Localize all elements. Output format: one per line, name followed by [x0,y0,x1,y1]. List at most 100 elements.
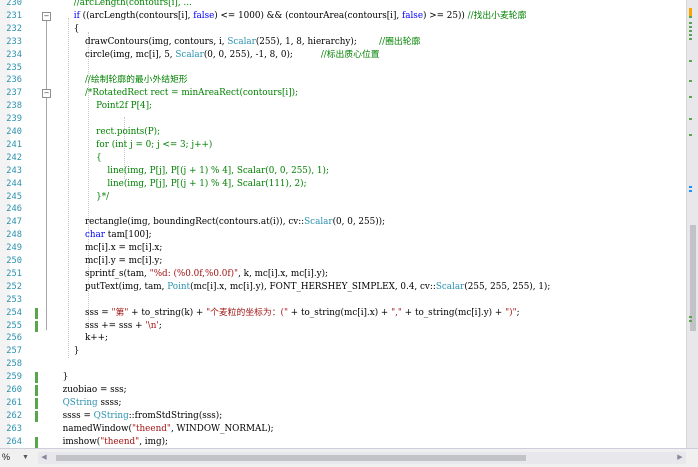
code-text: ssss = QString::fromStdString(sss); [57,410,223,423]
code-token: (255, 255, 255), 1); [464,281,551,292]
line-number: 237 [6,88,22,99]
code-line[interactable]: 243 line(img, P[j], P[(j + 1) % 4], Scal… [0,165,686,178]
code-line[interactable]: 251 sprintf_s(tam, "%d: (%0.0f,%0.0f)", … [0,268,686,281]
line-number: 244 [6,178,22,189]
change-marker [35,320,38,332]
code-line[interactable]: 258 [0,358,686,371]
code-line[interactable]: 248 char tam[100]; [0,229,686,242]
code-line[interactable]: 244 line(img, P[j], P[(j + 1) % 4], Scal… [0,178,686,191]
code-text: Point2f P[4]; [57,100,152,113]
code-line[interactable]: 236 //绘制轮廓的最小外结矩形 [0,74,686,87]
code-token: namedWindow( [57,423,132,434]
line-number: 253 [6,294,22,305]
code-token: rectangle(img, boundingRect(contours.at(… [57,217,305,228]
code-line[interactable]: 246 [0,203,686,216]
code-line[interactable]: 241 for (int j = 0; j <= 3; j++) [0,139,686,152]
code-text: char tam[100]; [57,229,152,242]
code-line[interactable]: 253 [0,294,686,307]
code-line[interactable]: 263 namedWindow("theend", WINDOW_NORMAL)… [0,423,686,436]
code-line[interactable]: 235 [0,62,686,75]
code-line[interactable]: 247 rectangle(img, boundingRect(contours… [0,216,686,229]
code-line[interactable]: 252 putText(img, tam, Point(mc[i].x, mc[… [0,281,686,294]
code-line[interactable]: 259 } [0,371,686,384]
code-token: mc[i].y = mc[i].y; [57,256,163,266]
code-token: ::fromStdString(sss); [128,410,223,421]
code-token: sss += sss + [57,320,146,331]
code-line[interactable]: 238 Point2f P[4]; [0,100,686,113]
code-token: + to_string(k) + [128,307,207,318]
code-line[interactable]: 256 k++; [0,332,686,345]
code-line[interactable]: 249 mc[i].x = mc[i].x; [0,242,686,255]
code-token: ; [516,307,520,318]
scroll-left-icon[interactable]: ◀ [38,452,50,464]
line-number: 259 [6,372,22,383]
collapse-icon[interactable]: − [42,11,51,21]
line-number: 258 [6,359,22,370]
line-number: 231 [6,10,22,21]
vertical-scrollbar[interactable] [686,0,698,448]
change-marker [35,397,38,409]
code-line[interactable]: 260 zuobiao = sss; [0,384,686,397]
code-token: false [193,10,215,21]
line-number: 243 [6,165,22,176]
code-text: //绘制轮廓的最小外结矩形 [57,74,188,87]
code-token: (mc[i].x, mc[i].y), FONT_HERSHEY_SIMPLEX… [190,281,436,292]
line-number: 230 [6,0,22,8]
code-line[interactable]: 240 rect.points(P); [0,126,686,139]
horizontal-scrollbar[interactable]: ◀ ▶ [38,452,686,464]
code-text: for (int j = 0; j <= 3; j++) [57,139,212,152]
code-text: namedWindow("theend", WINDOW_NORMAL); [57,423,274,436]
code-line[interactable]: 245 }*/ [0,191,686,204]
code-token: Scalar [227,36,256,47]
collapse-icon[interactable]: − [42,89,51,99]
code-token: Point [167,281,191,292]
code-line[interactable]: 233 drawContours(img, contours, i, Scala… [0,36,686,49]
code-text: } [57,345,80,358]
scroll-marker [689,38,692,40]
code-line[interactable]: 237 − /*RotatedRect rect = minAreaRect(co… [0,87,686,100]
code-text: circle(img, mc[i], 5, Scalar(0, 0, 255),… [57,49,380,62]
code-token: { [57,23,80,34]
line-number: 255 [6,320,22,331]
change-marker [35,307,38,319]
code-token: + to_string(mc[i].y) + [401,307,506,318]
code-token: } [57,372,69,383]
code-token: tam[100]; [105,230,152,241]
code-token: , img); [139,436,168,447]
code-line[interactable]: 242 { [0,152,686,165]
scroll-marker [689,16,692,18]
code-token: (0, 0, 255), -1, 8, 0); [203,49,293,60]
code-line[interactable]: 232 { [0,23,686,36]
line-number: 241 [6,139,22,150]
code-line[interactable]: 234 circle(img, mc[i], 5, Scalar(0, 0, 2… [0,49,686,62]
code-line[interactable]: 262 ssss = QString::fromStdString(sss); [0,410,686,423]
code-token: //圈出轮廓 [356,36,421,47]
code-line[interactable]: 230 //arcLength(contours[i], ... [0,0,686,10]
code-editor[interactable]: 230 //arcLength(contours[i], ... 231− if … [0,0,686,448]
scroll-right-icon[interactable]: ▶ [674,452,686,464]
editor-statusbar: % ▼ ◀ ▶ [0,448,698,467]
code-text: rectangle(img, boundingRect(contours.at(… [57,216,385,229]
code-line[interactable]: 254 sss = "第" + to_string(k) + "个麦粒的坐标为：… [0,307,686,320]
zoom-level[interactable]: % [2,451,10,464]
change-marker [35,385,38,396]
code-text: if ((arcLength(contours[i], false) <= 10… [57,10,527,23]
code-line[interactable]: 255 sss += sss + '\n'; [0,320,686,333]
code-token: ssss; [97,397,122,408]
code-token: //arcLength(contours[i], ... [73,0,192,8]
code-line[interactable]: 239 [0,113,686,126]
code-token: char [84,230,106,241]
code-token: ((arcLength(contours[i], [79,10,194,21]
code-line[interactable]: 231 − if ((arcLength(contours[i], false) … [0,10,686,23]
chevron-down-icon[interactable]: ▼ [22,451,29,464]
code-text: line(img, P[j], P[(j + 1) % 4], Scalar(0… [57,165,329,178]
code-text: } [57,371,69,384]
code-line[interactable]: 264 imshow("theend", img); [0,436,686,448]
code-text: zuobiao = sss; [57,384,127,397]
code-line[interactable]: 257 } [0,345,686,358]
code-line[interactable]: 261 QString ssss; [0,397,686,410]
horizontal-scroll-thumb[interactable] [56,455,526,461]
code-line[interactable]: 250 mc[i].y = mc[i].y; [0,255,686,268]
